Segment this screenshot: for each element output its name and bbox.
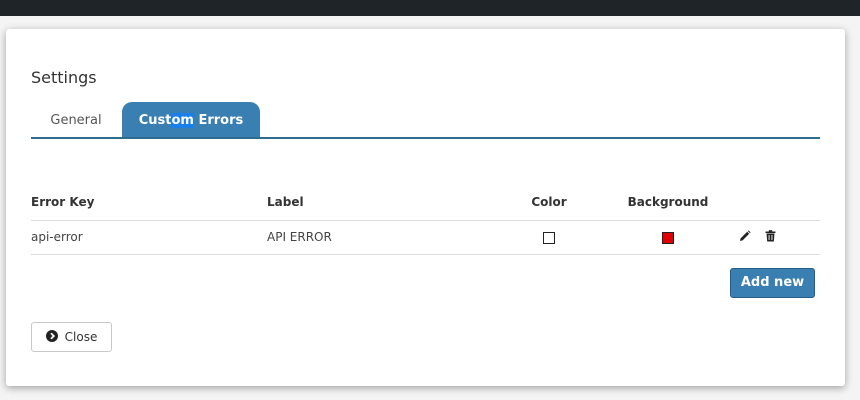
header-color: Color [487,184,611,221]
table-header-row: Error Key Label Color Background [31,184,820,221]
settings-tabs: General Custom Errors [31,102,820,139]
cell-actions [725,220,820,255]
header-error-key: Error Key [31,184,267,221]
tab-custom-errors[interactable]: Custom Errors [122,102,260,137]
circle-chevron-right-icon [45,329,58,345]
cell-background [611,220,725,255]
table-row: api-error API ERROR [31,220,820,255]
app-top-bar [0,0,860,16]
tab-custom-errors-label-part2: om [171,113,194,128]
settings-modal: Settings General Custom Errors Error Key… [6,29,845,386]
header-actions [725,184,820,221]
close-button[interactable]: Close [31,322,112,352]
color-swatch [543,231,555,244]
custom-errors-table: Error Key Label Color Background api-err… [31,184,820,255]
cell-label: API ERROR [267,220,487,255]
background-swatch [662,231,674,244]
tab-custom-errors-label-part1: Cust [138,113,172,128]
close-button-label: Close [64,330,98,344]
header-background: Background [611,184,725,221]
cell-error-key: api-error [31,220,267,255]
trash-icon[interactable] [765,229,776,245]
tab-custom-errors-label-part3: Errors [193,113,244,128]
add-new-button[interactable]: Add new [730,268,815,298]
modal-title: Settings [31,68,97,87]
tab-general[interactable]: General [31,102,121,137]
header-label: Label [267,184,487,221]
pencil-icon[interactable] [739,229,751,245]
cell-color [487,220,611,255]
